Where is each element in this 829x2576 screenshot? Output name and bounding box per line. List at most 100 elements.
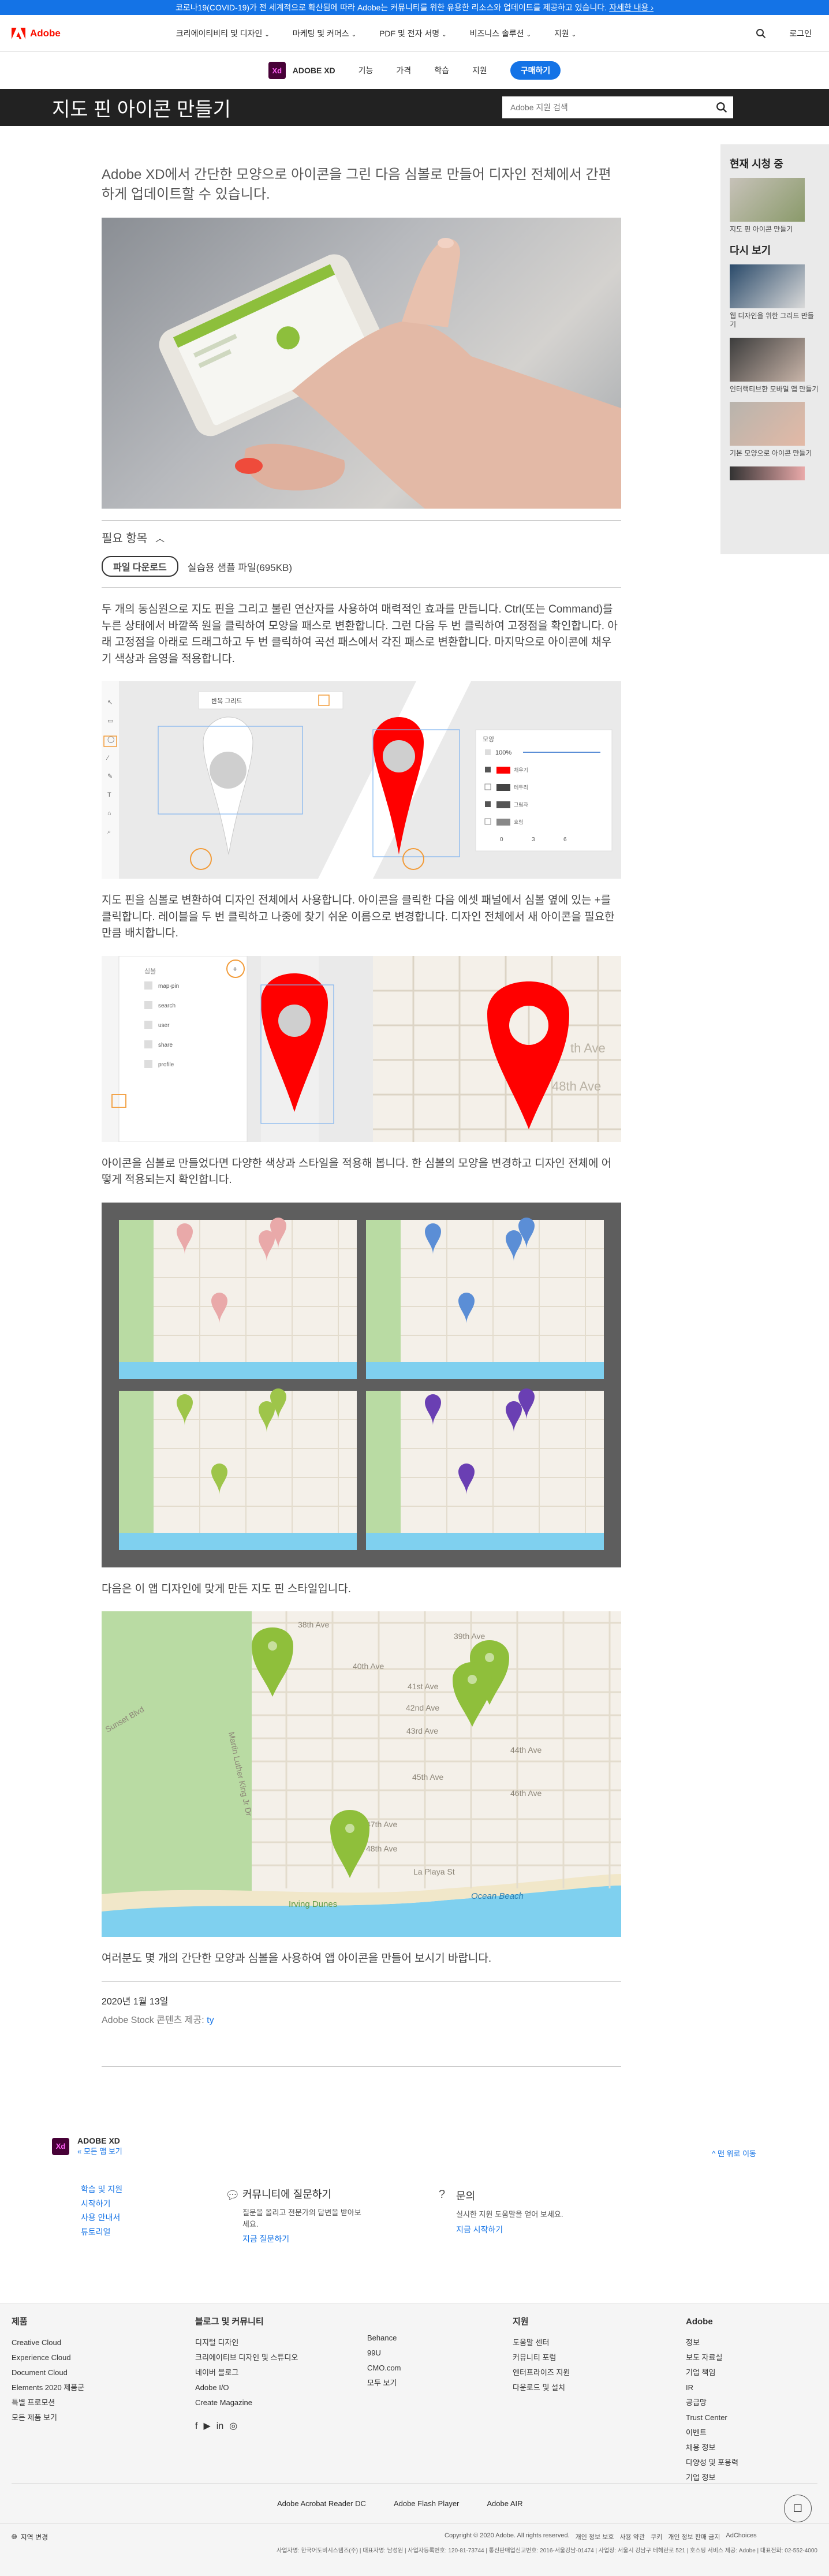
footer-link[interactable]: 모두 보기 (367, 2376, 401, 2391)
learn-link[interactable]: 튜토리얼 (81, 2225, 122, 2239)
footer-col-heading: 제품 (12, 2317, 28, 2327)
footer-link[interactable]: 도움말 센터 (513, 2335, 570, 2350)
sidebar-caption[interactable]: 웹 디자인을 위한 그리드 만들기 (730, 312, 820, 330)
legal-link[interactable]: 개인 정보 보호 (576, 2532, 614, 2541)
asset-item: user (158, 1022, 170, 1029)
footer-link[interactable]: Create Magazine (195, 2395, 298, 2410)
stock-credit: Adobe Stock 콘텐츠 제공: ty (102, 2012, 621, 2026)
ask-desc: 질문을 올리고 전문가의 답변을 받아보세요. (242, 2208, 361, 2228)
footer-link[interactable]: 99U (367, 2346, 401, 2361)
sidebar-caption[interactable]: 기본 모양으로 아이콘 만들기 (730, 449, 820, 458)
instagram-icon[interactable]: ◎ (229, 2417, 237, 2436)
footer-link[interactable]: 다운로드 및 설치 (513, 2380, 570, 2395)
footer-link[interactable]: 다양성 및 포용력 (686, 2455, 738, 2470)
footer-link[interactable]: Elements 2020 제품군 (12, 2380, 84, 2395)
buy-button[interactable]: 구매하기 (510, 61, 561, 80)
globe-icon: 🌐︎ (12, 2533, 17, 2541)
panel-number: 6 (563, 837, 567, 843)
adobe-logo[interactable]: Adobe (12, 27, 61, 39)
all-apps-link[interactable]: « 모든 앱 보기 (77, 2145, 122, 2156)
footer-link[interactable]: 크리에이티브 디자인 및 스튜디오 (195, 2350, 298, 2365)
sidebar-thumb[interactable] (730, 264, 805, 308)
footer-link[interactable]: Creative Cloud (12, 2335, 84, 2350)
xd-product-link[interactable]: Xd ADOBE XD (268, 62, 335, 79)
back-to-top-link[interactable]: ^ 맨 위로 이동 (712, 2148, 756, 2159)
now-watching-heading: 현재 시청 중 (730, 158, 783, 170)
sidebar-thumb[interactable] (730, 337, 805, 382)
region-selector[interactable]: 🌐︎ 지역 변경 (12, 2532, 48, 2542)
gnav-item-marketing[interactable]: 마케팅 및 커머스 ⌄ (293, 28, 356, 39)
footer-link[interactable]: 정보 (686, 2335, 738, 2350)
localnav-item-pricing[interactable]: 가격 (396, 65, 411, 76)
youtube-icon[interactable]: ▶ (203, 2417, 210, 2436)
watch-again-heading: 다시 보기 (730, 244, 771, 256)
search-input[interactable] (502, 96, 710, 118)
gnav-item-label: 지원 (554, 28, 569, 38)
footer-link[interactable]: 기업 책임 (686, 2365, 738, 2380)
legal-link[interactable]: 쿠키 (651, 2532, 662, 2541)
acrobat-reader-link[interactable]: Adobe Acrobat Reader DC (277, 2499, 366, 2508)
footer-link[interactable]: 특별 프로모션 (12, 2395, 84, 2410)
login-link[interactable]: 로그인 (789, 28, 812, 39)
adobe-air-link[interactable]: Adobe AIR (487, 2499, 522, 2508)
footer-link[interactable]: 공급망 (686, 2395, 738, 2410)
gnav-item-business[interactable]: 비즈니스 솔루션 ⌄ (470, 28, 531, 39)
sidebar-thumb[interactable] (730, 402, 805, 446)
chat-icon[interactable]: ☐ (784, 2495, 812, 2522)
footer-link[interactable]: Document Cloud (12, 2365, 84, 2380)
svg-text:◯: ◯ (107, 736, 114, 743)
panel-number: 3 (532, 837, 535, 843)
facebook-icon[interactable]: f (195, 2417, 197, 2436)
ask-link[interactable]: 지금 질문하기 (242, 2233, 364, 2245)
gnav-item-pdf[interactable]: PDF 및 전자 서명 ⌄ (379, 28, 446, 39)
legal-link[interactable]: 개인 정보 판매 금지 (668, 2532, 720, 2541)
contact-block: ? 문의 실시한 지원 도움말을 얻어 보세요. 지금 시작하기 (439, 2188, 577, 2235)
sidebar-caption[interactable]: 지도 핀 아이콘 만들기 (730, 225, 820, 234)
footer-link[interactable]: Behance (367, 2331, 401, 2346)
search-submit-button[interactable] (710, 102, 733, 113)
sidebar-thumb[interactable] (730, 178, 805, 222)
learn-link[interactable]: 시작하기 (81, 2197, 122, 2211)
credit-prefix: Adobe Stock 콘텐츠 제공: (102, 2015, 204, 2025)
footer-link[interactable]: 보도 자료실 (686, 2350, 738, 2365)
footer-link[interactable]: 모든 제품 보기 (12, 2410, 84, 2425)
localnav-item-features[interactable]: 기능 (359, 65, 374, 76)
footer-link[interactable]: Trust Center (686, 2410, 738, 2425)
footer-col-blog: 블로그 및 커뮤니티 디지털 디자인 크리에이티브 디자인 및 스튜디오 네이버… (195, 2313, 298, 2436)
legal-link[interactable]: 사용 약관 (619, 2532, 645, 2541)
credit-link[interactable]: ty (207, 2015, 214, 2025)
xd-app-icon: Xd (52, 2137, 69, 2155)
footer-link[interactable]: 채용 정보 (686, 2440, 738, 2455)
linkedin-icon[interactable]: in (216, 2417, 223, 2436)
footer-link[interactable]: IR (686, 2380, 738, 2395)
phone-hand-illustration (159, 238, 621, 509)
footer-link[interactable]: Adobe I/O (195, 2380, 298, 2395)
publish-date: 2020년 1월 13일 (102, 1996, 169, 2007)
learn-link[interactable]: 학습 및 지원 (81, 2182, 122, 2197)
footer-link[interactable]: 네이버 블로그 (195, 2365, 298, 2380)
gnav-item-support[interactable]: 지원 ⌄ (554, 28, 576, 39)
region-label: 지역 변경 (20, 2533, 48, 2541)
step3-text: 아이콘을 심볼로 만들었다면 다양한 색상과 스타일을 적용해 봅니다. 한 심… (102, 1157, 612, 1186)
ask-title: 커뮤니티에 질문하기 (242, 2189, 332, 2200)
flash-player-link[interactable]: Adobe Flash Player (394, 2499, 459, 2508)
footer-link[interactable]: Experience Cloud (12, 2350, 84, 2365)
localnav-item-support[interactable]: 지원 (472, 65, 487, 76)
footer-link[interactable]: 이벤트 (686, 2425, 738, 2440)
footer-link[interactable]: 엔터프라이즈 지원 (513, 2365, 570, 2380)
footer-link[interactable]: 커뮤니티 포럼 (513, 2350, 570, 2365)
footer-link[interactable]: 디지털 디자인 (195, 2335, 298, 2350)
sidebar-thumb[interactable] (730, 466, 805, 480)
search-icon[interactable] (756, 28, 766, 39)
learn-link[interactable]: 사용 안내서 (81, 2211, 122, 2225)
gnav-item-creativity[interactable]: 크리에이티비티 및 디자인 ⌄ (176, 28, 270, 39)
localnav-item-learn[interactable]: 학습 (434, 65, 449, 76)
download-button[interactable]: 파일 다운로드 (102, 556, 178, 577)
contact-link[interactable]: 지금 시작하기 (456, 2224, 577, 2235)
footer-link[interactable]: CMO.com (367, 2361, 401, 2376)
banner-link[interactable]: 자세한 내용 › (609, 2, 654, 13)
needs-section-header[interactable]: 필요 항목 ︿ (102, 520, 621, 546)
adchoices-link[interactable]: AdChoices (726, 2532, 756, 2541)
sidebar-caption[interactable]: 인터랙티브한 모바일 앱 만들기 (730, 385, 820, 394)
sample-file-label: 실습용 샘플 파일(695KB) (187, 562, 293, 573)
